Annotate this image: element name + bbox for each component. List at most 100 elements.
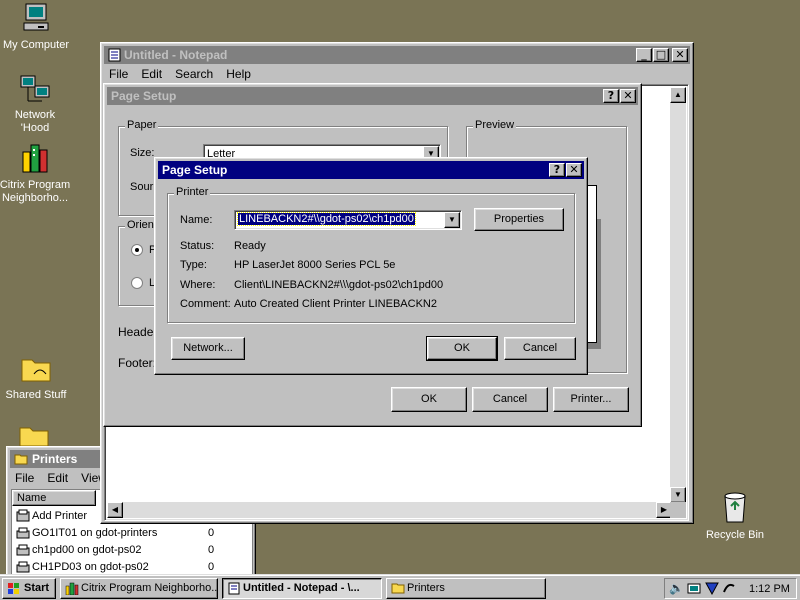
close-button[interactable]: ✕ [672, 48, 688, 62]
desktop-icon-label: Network 'Hood [14, 109, 56, 134]
printer-doc-count: 0 [208, 544, 215, 556]
page-setup-back-title: Page Setup [111, 89, 177, 103]
preview-group-label: Preview [473, 119, 517, 131]
radio-dot [135, 248, 139, 252]
dropdown-button[interactable]: ▼ [444, 212, 460, 228]
printers-title: Printers [32, 452, 78, 466]
notepad-title: Untitled - Notepad [124, 48, 228, 62]
network-icon [20, 75, 50, 102]
menu-search[interactable]: Search [170, 65, 218, 83]
source-label: Sour [130, 181, 154, 193]
size-label: Size: [130, 147, 155, 159]
page-setup-front-dialog: Page Setup ? ✕ Printer Name: LINEBACKN2#… [154, 157, 588, 375]
page-setup-back-titlebar[interactable]: Page Setup ? ✕ [107, 87, 638, 105]
cancel-button[interactable]: Cancel [504, 337, 576, 360]
windows-logo-icon [8, 583, 19, 594]
type-label: Type: [180, 259, 207, 271]
citrix-icon [65, 582, 79, 595]
printer-name: ch1pd00 on gdot-ps02 [32, 544, 142, 556]
task-citrix[interactable]: Citrix Program Neighborho... [60, 578, 218, 599]
network-tray-icon[interactable] [687, 582, 701, 595]
printers-menu-file[interactable]: File [10, 469, 39, 487]
printer-name: CH1PD03 on gdot-ps02 [32, 561, 149, 573]
scroll-left-button[interactable]: ◀ [107, 502, 123, 518]
taskbar: Start Citrix Program Neighborho... Untit… [0, 574, 800, 600]
citrix-tray-icon[interactable] [705, 582, 719, 595]
comment-label: Comment: [180, 298, 231, 310]
printers-menubar: File Edit View [10, 469, 112, 487]
printer-doc-count: 0 [208, 561, 215, 573]
tray-app-icon[interactable] [722, 582, 736, 595]
properties-button[interactable]: Properties [474, 208, 564, 231]
network-button[interactable]: Network... [171, 337, 245, 360]
printer-name-value: LINEBACKN2#\\gdot-ps02\ch1pd00 [237, 212, 416, 226]
minimize-button[interactable]: _ [636, 48, 652, 62]
where-label: Where: [180, 279, 216, 291]
desktop-icon-label: Shared Stuff [5, 389, 67, 401]
orientation-group: Orient P L [118, 219, 159, 306]
scrollbar-corner [670, 502, 686, 518]
printer-icon [16, 561, 30, 573]
speaker-icon[interactable]: 🔈 [669, 581, 684, 595]
printer-button[interactable]: Printer... [553, 387, 629, 412]
desktop-icon-network[interactable]: Network 'Hood [0, 72, 73, 135]
status-value: Ready [234, 240, 266, 252]
close-button[interactable]: ✕ [566, 163, 582, 177]
close-button[interactable]: ✕ [620, 89, 636, 103]
menu-edit[interactable]: Edit [136, 65, 167, 83]
desktop-icon-recycle-bin[interactable]: Recycle Bin [697, 490, 773, 542]
comment-value: Auto Created Client Printer LINEBACKN2 [234, 298, 437, 310]
printer-doc-count: 0 [208, 527, 215, 539]
status-label: Status: [180, 240, 215, 252]
notepad-icon [108, 48, 121, 62]
horizontal-scrollbar[interactable]: ◀ ▶ [107, 502, 672, 518]
scroll-up-button[interactable]: ▲ [670, 87, 686, 103]
close-icon: ✕ [675, 48, 685, 61]
start-button[interactable]: Start [2, 578, 56, 599]
desktop-icon-shared-stuff[interactable]: Shared Stuff [0, 354, 74, 402]
portrait-radio[interactable] [131, 244, 143, 256]
printer-name: Add Printer [32, 510, 88, 522]
list-item[interactable]: GO1IT01 on gdot-printers 0 [14, 525, 254, 542]
close-icon: ✕ [569, 163, 579, 176]
notepad-titlebar[interactable]: Untitled - Notepad _ □ ✕ [104, 46, 690, 64]
notepad-menubar: File Edit Search Help [104, 65, 256, 83]
maximize-icon: □ [655, 48, 667, 61]
scroll-down-button[interactable]: ▼ [670, 487, 686, 503]
name-label: Name: [180, 214, 213, 226]
printer-icon [16, 544, 30, 556]
task-printers[interactable]: Printers [386, 578, 546, 599]
printers-folder-icon [391, 583, 405, 594]
desktop-icon-my-computer[interactable]: My Computer [0, 2, 74, 52]
chevron-down-icon: ▼ [448, 215, 456, 224]
maximize-button[interactable]: □ [653, 48, 669, 62]
help-icon: ? [607, 89, 615, 102]
ok-button[interactable]: OK [426, 336, 498, 361]
help-button[interactable]: ? [549, 163, 565, 177]
footer-label: Footer: [118, 356, 157, 370]
printer-name: GO1IT01 on gdot-printers [32, 527, 158, 539]
page-setup-front-title: Page Setup [162, 163, 228, 177]
menu-help[interactable]: Help [221, 65, 256, 83]
list-item[interactable]: ch1pd00 on gdot-ps02 0 [14, 542, 254, 559]
page-setup-front-titlebar[interactable]: Page Setup ? ✕ [158, 161, 584, 179]
help-button[interactable]: ? [603, 89, 619, 103]
column-header-name[interactable]: Name [12, 490, 96, 506]
desktop-icon-citrix[interactable]: Citrix Program Neighborho... [0, 142, 73, 205]
minimize-icon: _ [641, 48, 647, 61]
cancel-button[interactable]: Cancel [472, 387, 548, 412]
paper-group-label: Paper [125, 119, 159, 131]
type-value: HP LaserJet 8000 Series PCL 5e [234, 259, 396, 271]
vertical-scrollbar[interactable]: ▲ ▼ [670, 87, 686, 503]
system-tray: 🔈 1:12 PM [664, 578, 797, 599]
citrix-icon [22, 144, 48, 173]
clock[interactable]: 1:12 PM [749, 583, 790, 595]
menu-file[interactable]: File [104, 65, 133, 83]
ok-button[interactable]: OK [391, 387, 467, 412]
printer-group-label: Printer [174, 186, 211, 198]
printers-menu-edit[interactable]: Edit [42, 469, 73, 487]
landscape-radio[interactable] [131, 277, 143, 289]
task-notepad[interactable]: Untitled - Notepad - \... [222, 578, 382, 599]
printer-name-dropdown[interactable]: LINEBACKN2#\\gdot-ps02\ch1pd00 ▼ [234, 210, 462, 230]
printers-folder-icon [14, 454, 28, 465]
